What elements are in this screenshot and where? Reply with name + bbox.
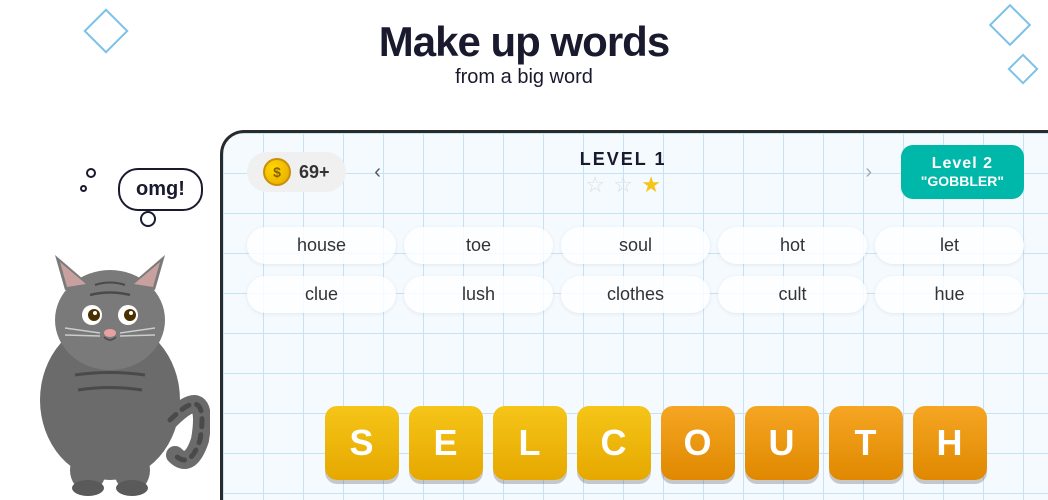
letter-tile-t[interactable]: T xyxy=(829,406,903,480)
next-level-arrow[interactable]: › xyxy=(853,156,885,188)
letter-row: S E L C O U T H xyxy=(273,406,1038,480)
bubble-dot-1 xyxy=(86,168,96,178)
word-pill-clothes[interactable]: clothes xyxy=(561,276,710,313)
page-subtitle: from a big word xyxy=(0,66,1048,89)
letter-tile-e[interactable]: E xyxy=(409,406,483,480)
word-pill-lush[interactable]: lush xyxy=(404,276,553,313)
word-pill-hue[interactable]: hue xyxy=(875,276,1024,313)
word-pill-soul[interactable]: soul xyxy=(561,227,710,264)
page-title: Make up words xyxy=(0,18,1048,66)
letter-tile-l[interactable]: L xyxy=(493,406,567,480)
word-grid: house toe soul hot let clue lush clothes… xyxy=(223,211,1048,325)
speech-bubble: omg! xyxy=(118,168,203,211)
level-label: LEVEL 1 xyxy=(410,149,837,170)
stars-container: ☆ ☆ ★ xyxy=(410,172,837,196)
level-info: LEVEL 1 ☆ ☆ ★ xyxy=(410,149,837,196)
star-2: ☆ xyxy=(611,172,635,196)
coin-icon: $ xyxy=(263,158,291,186)
star-1: ☆ xyxy=(583,172,607,196)
word-pill-clue[interactable]: clue xyxy=(247,276,396,313)
prev-level-button[interactable]: ‹ xyxy=(362,156,394,188)
letter-tile-o[interactable]: O xyxy=(661,406,735,480)
word-pill-hot[interactable]: hot xyxy=(718,227,867,264)
game-area: $ 69+ ‹ LEVEL 1 ☆ ☆ ★ › Level 2 "GOBBLER… xyxy=(220,130,1048,500)
word-pill-cult[interactable]: cult xyxy=(718,276,867,313)
word-pill-toe[interactable]: toe xyxy=(404,227,553,264)
game-topbar: $ 69+ ‹ LEVEL 1 ☆ ☆ ★ › Level 2 "GOBBLER… xyxy=(223,133,1048,211)
word-pill-house[interactable]: house xyxy=(247,227,396,264)
cat-area: omg! xyxy=(0,130,220,500)
letter-tile-s[interactable]: S xyxy=(325,406,399,480)
letter-tile-h[interactable]: H xyxy=(913,406,987,480)
next-level-button[interactable]: Level 2 "GOBBLER" xyxy=(901,145,1024,199)
coin-badge: $ 69+ xyxy=(247,152,346,192)
cat-illustration xyxy=(10,200,210,500)
header: Make up words from a big word xyxy=(0,0,1048,95)
next-level-name: "GOBBLER" xyxy=(921,173,1004,189)
speech-text: omg! xyxy=(136,178,185,200)
star-3: ★ xyxy=(639,172,663,196)
letter-tile-u[interactable]: U xyxy=(745,406,819,480)
next-level-label: Level 2 xyxy=(921,155,1004,173)
coin-amount: 69+ xyxy=(299,162,330,183)
bubble-dot-2 xyxy=(80,185,87,192)
word-pill-let[interactable]: let xyxy=(875,227,1024,264)
letter-tile-c[interactable]: C xyxy=(577,406,651,480)
